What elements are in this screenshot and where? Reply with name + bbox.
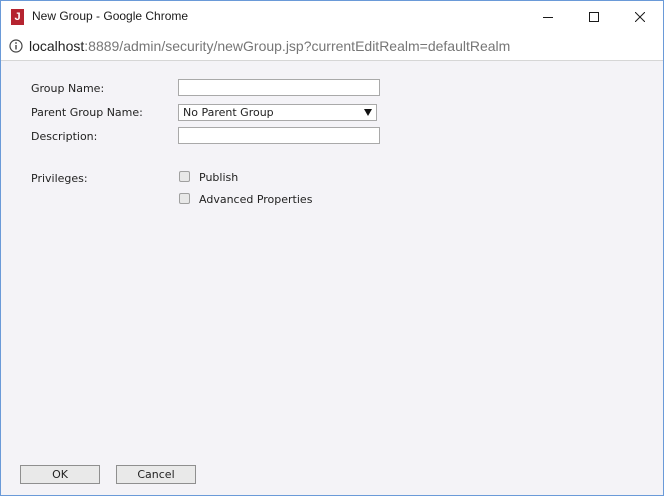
parent-group-selected-value: No Parent Group xyxy=(183,106,274,119)
advanced-properties-checkbox[interactable] xyxy=(179,193,190,204)
address-bar[interactable]: localhost:8889/admin/security/newGroup.j… xyxy=(1,32,663,61)
url-path: :8889/admin/security/newGroup.jsp?curren… xyxy=(84,38,511,54)
dialog-content: Group Name: Parent Group Name: No Parent… xyxy=(1,61,663,495)
close-button[interactable] xyxy=(617,1,663,32)
close-icon xyxy=(635,11,645,22)
cancel-button[interactable]: Cancel xyxy=(116,465,196,484)
description-input[interactable] xyxy=(178,127,380,144)
parent-group-select[interactable]: No Parent Group xyxy=(178,104,377,121)
browser-window: J New Group - Google Chrome localhost:88… xyxy=(0,0,664,496)
title-bar[interactable]: J New Group - Google Chrome xyxy=(1,1,663,32)
maximize-button[interactable] xyxy=(571,1,617,32)
window-title: New Group - Google Chrome xyxy=(32,9,189,23)
privileges-label: Privileges: xyxy=(31,172,88,185)
ok-button[interactable]: OK xyxy=(20,465,100,484)
app-icon: J xyxy=(11,9,24,25)
info-icon[interactable] xyxy=(9,39,23,53)
maximize-icon xyxy=(589,11,599,22)
minimize-button[interactable] xyxy=(525,1,571,32)
publish-checkbox[interactable] xyxy=(179,171,190,182)
group-name-label: Group Name: xyxy=(31,82,105,95)
parent-group-label: Parent Group Name: xyxy=(31,106,143,119)
publish-label[interactable]: Publish xyxy=(199,171,238,184)
description-label: Description: xyxy=(31,130,98,143)
dropdown-arrow-icon xyxy=(364,109,372,116)
group-name-input[interactable] xyxy=(178,79,380,96)
url-host: localhost xyxy=(29,38,85,54)
minimize-icon xyxy=(543,16,553,18)
url-text[interactable]: localhost:8889/admin/security/newGroup.j… xyxy=(29,38,510,54)
advanced-properties-label[interactable]: Advanced Properties xyxy=(199,193,312,206)
